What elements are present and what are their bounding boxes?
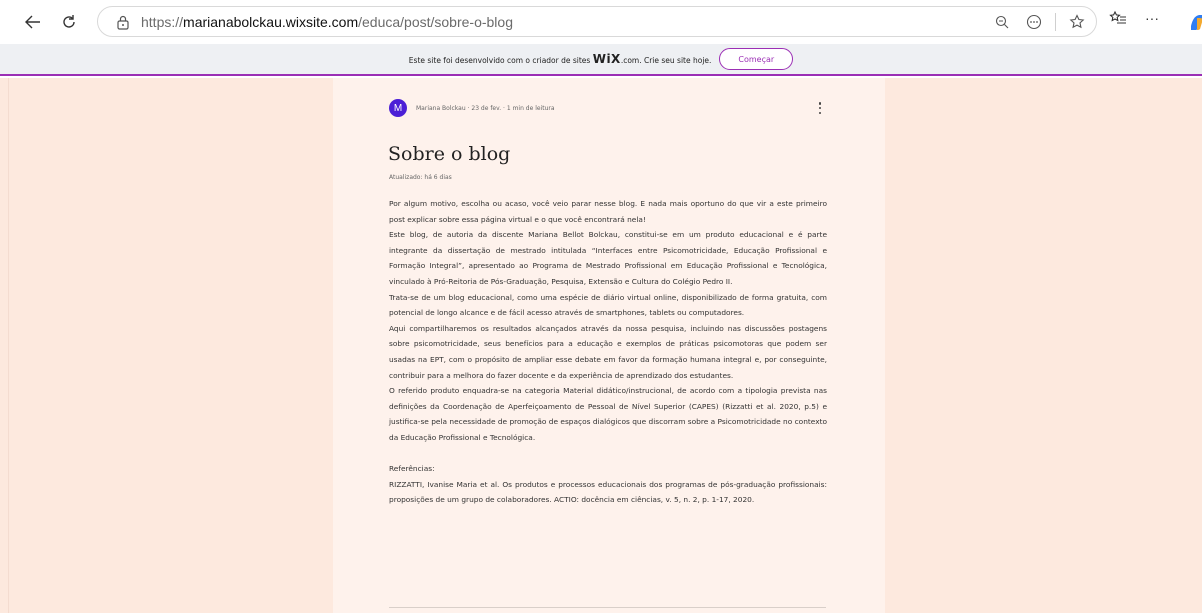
divider (389, 607, 826, 608)
page-left-border (8, 78, 9, 613)
favorites-list-icon[interactable] (1107, 7, 1129, 29)
wix-promo-banner: Este site foi desenvolvido com o criador… (0, 44, 1202, 76)
post-meta: M Mariana Bolckau · 23 de fev. · 1 min d… (389, 99, 555, 117)
copilot-icon[interactable] (1188, 12, 1202, 32)
more-options-icon[interactable]: ··· (1137, 7, 1167, 29)
address-bar[interactable]: https://marianabolckau.wixsite.com/educa… (97, 6, 1097, 37)
post-paragraph: Aqui compartilharemos os resultados alca… (389, 323, 827, 380)
wix-banner-text-after: .com. Crie seu site hoje. (620, 56, 712, 65)
start-button[interactable]: Começar (719, 48, 794, 70)
url-host: marianabolckau.wixsite.com (183, 14, 359, 30)
avatar[interactable]: M (389, 99, 407, 117)
url-text[interactable]: https://marianabolckau.wixsite.com/educa… (141, 14, 513, 30)
separator (1055, 13, 1056, 31)
post-meta-text: Mariana Bolckau · 23 de fev. · 1 min de … (416, 104, 555, 112)
zoom-out-icon[interactable] (991, 11, 1013, 33)
references-label: Referências: (389, 464, 435, 474)
post-paragraph: O referido produto enquadra-se na catego… (389, 386, 827, 442)
post-body: Por algum motivo, escolha ou acaso, você… (389, 196, 827, 508)
url-path: /educa/post/sobre-o-blog (358, 14, 513, 30)
post-paragraph: Por algum motivo, escolha ou acaso, você… (389, 199, 827, 224)
wix-banner-text-before: Este site foi desenvolvido com o criador… (408, 56, 593, 65)
post-updated: Atualizado: há 6 dias (389, 174, 452, 181)
favorite-star-icon[interactable] (1066, 11, 1088, 33)
post-paragraph: Este blog, de autoria da discente Marian… (389, 230, 827, 286)
post-title: Sobre o blog (388, 143, 511, 165)
reference-text: RIZZATTI, Ivanise Maria et al. Os produt… (389, 479, 827, 505)
lock-icon[interactable] (116, 14, 130, 30)
url-prefix: https:// (141, 14, 184, 30)
reload-icon[interactable] (54, 7, 84, 37)
wix-logo: WiX (592, 52, 621, 66)
post-options-icon[interactable] (818, 102, 822, 114)
wix-banner-text: Este site foi desenvolvido com o criador… (409, 52, 712, 66)
browser-toolbar: https://marianabolckau.wixsite.com/educa… (0, 0, 1202, 44)
reading-options-icon[interactable] (1023, 11, 1045, 33)
post-paragraph: Trata-se de um blog educacional, como um… (389, 292, 827, 318)
back-arrow-icon[interactable] (18, 7, 48, 37)
